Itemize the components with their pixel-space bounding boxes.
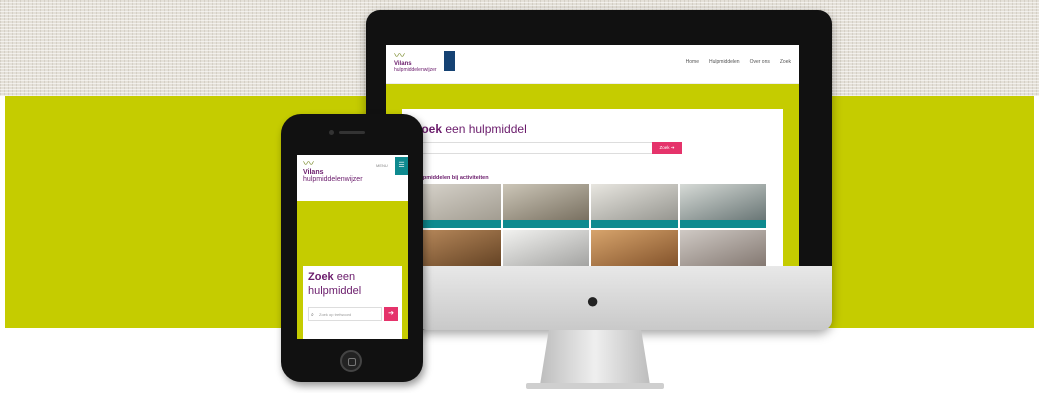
mobile-main: Zoek een hulpmiddel ⌕ Zoek op trefwoord … [297,201,408,339]
search-button-label: Zoek [659,145,670,150]
tile-caption [414,220,501,228]
search-icon: ⌕ [311,312,314,318]
apple-logo-icon: ● [586,288,600,313]
section-title: Hulpmiddelen bij activiteiten [414,175,489,181]
title-rest: een hulpmiddel [442,122,527,136]
imac-stand [540,330,650,385]
page-title: Zoek een hulpmiddel [414,122,527,136]
menu-label[interactable]: MENU [376,163,388,168]
nav-zoek[interactable]: Zoek [780,59,791,65]
desktop-nav: Home Hulpmiddelen Over ons Zoek [686,59,791,65]
search-input[interactable]: ⌕ Zoek op trefwoord [308,307,382,321]
tile-stairs-photo[interactable] [591,230,678,270]
activity-tiles [414,184,766,270]
logo-brand: Vilans [303,169,324,176]
logo-subtitle: hulpmiddelenwijzer [394,67,437,73]
vilans-logo[interactable]: 〰 Vilans hulpmiddelenwijzer [394,50,437,74]
mobile-screen: 〰 Vilans hulpmiddelenwijzer MENU ☰ Zoek … [297,155,408,339]
vilans-logo-mobile[interactable]: 〰 Vilans hulpmiddelenwijzer [303,158,373,184]
desktop-header: 〰 Vilans hulpmiddelenwijzer Home Hulpmid… [386,45,799,84]
nav-home[interactable]: Home [686,59,699,65]
logo-subtitle: hulpmiddelenwijzer [303,176,363,183]
government-emblem-icon [444,51,455,71]
swoosh-icon: 〰 [303,158,314,170]
arrow-right-icon[interactable]: ➔ [384,307,398,321]
marketing-scene: 〰 Vilans hulpmiddelenwijzer Home Hulpmid… [0,0,1039,393]
search-placeholder: Zoek op trefwoord [319,312,352,317]
tile-kitchen-photo[interactable] [679,184,766,228]
tile-tableware-photo[interactable] [502,184,589,228]
home-button[interactable] [340,350,362,372]
mobile-search-card: Zoek een hulpmiddel ⌕ Zoek op trefwoord … [303,266,402,339]
nav-over-ons[interactable]: Over ons [750,59,770,65]
iphone-body: 〰 Vilans hulpmiddelenwijzer MENU ☰ Zoek … [281,114,423,382]
nav-hulpmiddelen[interactable]: Hulpmiddelen [709,59,740,65]
tile-bath-photo[interactable] [591,184,678,228]
search-input[interactable]: ⌕ [414,142,656,154]
desktop-screen: 〰 Vilans hulpmiddelenwijzer Home Hulpmid… [386,45,799,270]
imac-chin [416,266,832,330]
speaker-grille [339,131,365,134]
tile-caption [679,220,766,228]
desktop-main: Zoek een hulpmiddel ⌕ Zoek ➔ Hulpmiddele… [386,84,799,270]
hamburger-icon[interactable]: ☰ [395,157,408,175]
tile-walker-photo[interactable] [679,230,766,270]
title-bold: Zoek [308,271,334,283]
imac-stand-base [526,383,664,389]
search-button[interactable]: Zoek ➔ [652,142,682,154]
swoosh-icon: 〰 [394,50,405,62]
search-card: Zoek een hulpmiddel ⌕ Zoek ➔ Hulpmiddele… [402,109,783,270]
tile-wheelchair-photo[interactable] [414,184,501,228]
tile-caption [502,220,589,228]
tile-caption [591,220,678,228]
tile-chair-photo[interactable] [414,230,501,270]
tile-glasses-photo[interactable] [502,230,589,270]
page-title: Zoek een hulpmiddel [308,270,398,298]
camera-icon [329,130,334,135]
